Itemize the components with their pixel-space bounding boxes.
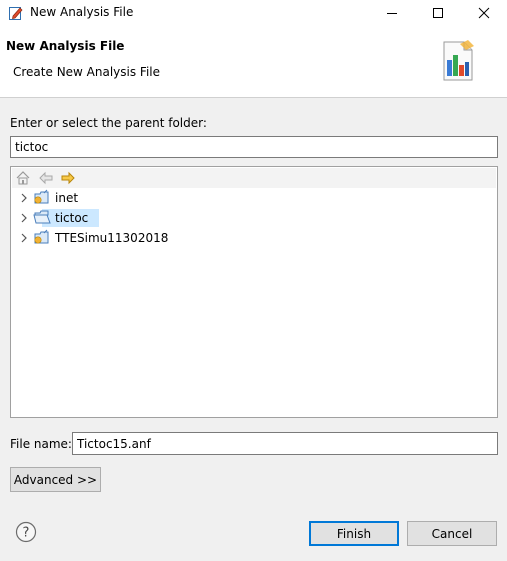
advanced-button[interactable]: Advanced >> — [10, 467, 101, 492]
file-name-label: File name: — [10, 437, 72, 451]
help-icon[interactable]: ? — [15, 521, 37, 543]
file-name-input[interactable] — [72, 432, 498, 455]
project-folder-icon — [33, 189, 51, 206]
wizard-heading: New Analysis File — [6, 39, 125, 53]
tree-item[interactable]: tictoc — [11, 209, 497, 227]
svg-text:?: ? — [23, 526, 30, 541]
maximize-button[interactable] — [415, 0, 461, 26]
chevron-right-icon[interactable] — [19, 191, 29, 205]
folder-tree[interactable]: inet tictoc TTESimu11302018 — [10, 166, 498, 418]
tree-item[interactable]: inet — [11, 189, 497, 207]
tree-item-label: tictoc — [55, 211, 89, 225]
tree-item-label: inet — [55, 191, 79, 205]
chevron-right-icon[interactable] — [19, 211, 29, 225]
window-title: New Analysis File — [30, 5, 134, 19]
chevron-right-icon[interactable] — [19, 231, 29, 245]
forward-arrow-icon[interactable] — [60, 170, 76, 186]
tree-item[interactable]: TTESimu11302018 — [11, 229, 497, 247]
maximize-icon — [433, 8, 443, 18]
finish-button[interactable]: Finish — [309, 521, 399, 546]
edit-file-icon — [8, 5, 24, 21]
tree-item-label: TTESimu11302018 — [55, 231, 169, 245]
home-icon[interactable] — [15, 170, 31, 186]
wizard-banner: New Analysis File Create New Analysis Fi… — [0, 26, 507, 98]
parent-folder-input[interactable] — [10, 136, 498, 158]
open-folder-icon — [33, 209, 51, 226]
tree-navigation-bar — [12, 168, 496, 188]
project-folder-icon — [33, 229, 51, 246]
wizard-description: Create New Analysis File — [13, 65, 161, 79]
minimize-button[interactable] — [369, 0, 415, 26]
back-arrow-icon[interactable] — [38, 170, 54, 186]
cancel-button[interactable]: Cancel — [407, 521, 497, 546]
minimize-icon — [387, 13, 397, 14]
title-bar: New Analysis File — [0, 0, 507, 26]
parent-folder-label: Enter or select the parent folder: — [10, 116, 207, 130]
close-button[interactable] — [461, 0, 507, 26]
analysis-wizard-icon — [438, 38, 478, 84]
close-icon — [478, 7, 490, 19]
